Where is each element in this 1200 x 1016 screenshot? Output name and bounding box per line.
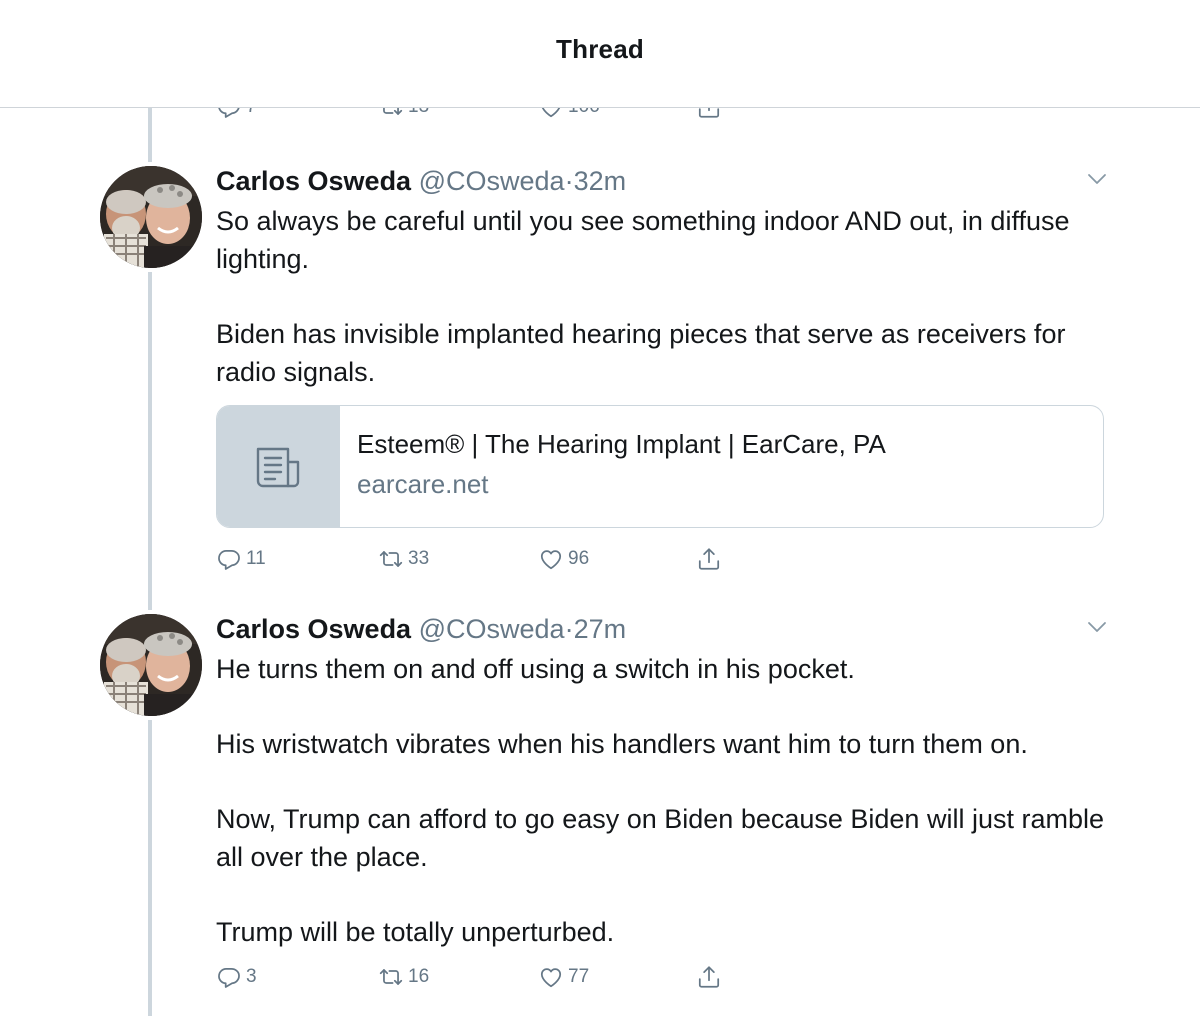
tweet-text: So always be careful until you see somet… (216, 202, 1116, 391)
like-count: 96 (568, 548, 590, 569)
link-card[interactable]: Esteem® | The Hearing Implant | EarCare,… (216, 405, 1104, 528)
reply-button[interactable]: 3 (216, 962, 257, 992)
card-thumbnail (217, 406, 340, 527)
avatar[interactable] (100, 614, 202, 716)
tweet-timestamp[interactable]: 32m (574, 166, 627, 196)
author-handle[interactable]: @COsweda (419, 614, 565, 644)
reply-icon (218, 968, 240, 988)
reply-count: 11 (246, 548, 266, 569)
retweet-count: 33 (408, 548, 430, 569)
tweet-actions: 11 33 96 (216, 544, 776, 574)
like-button[interactable]: 77 (538, 962, 589, 992)
share-button[interactable] (696, 962, 722, 992)
tweet-paragraph: Now, Trump can afford to go easy on Bide… (216, 804, 1104, 872)
profile-photo (100, 166, 202, 268)
author-name[interactable]: Carlos Osweda (216, 166, 411, 196)
share-button[interactable] (696, 544, 722, 574)
heart-icon (540, 968, 562, 988)
tweet-paragraph: Biden has invisible implanted hearing pi… (216, 319, 1066, 387)
chevron-down-icon[interactable] (1086, 620, 1108, 634)
author-handle[interactable]: @COsweda (419, 166, 565, 196)
tweet-header: Carlos Osweda @COsweda·32m (216, 166, 626, 196)
separator-dot: · (564, 614, 574, 644)
tweet-header: Carlos Osweda @COsweda·27m (216, 614, 626, 644)
retweet-icon (379, 551, 403, 567)
thread-timeline: 7 13 106 (0, 0, 1200, 1016)
tweet-timestamp[interactable]: 27m (574, 614, 627, 644)
reply-count: 3 (246, 966, 257, 987)
retweet-icon (379, 969, 403, 985)
tweet-actions: 3 16 77 (216, 962, 776, 992)
tweet-paragraph: So always be careful until you see somet… (216, 206, 1070, 274)
tweet-paragraph: He turns them on and off using a switch … (216, 654, 855, 684)
avatar[interactable] (100, 166, 202, 268)
card-domain: earcare.net (357, 469, 489, 499)
retweet-button[interactable]: 16 (378, 962, 429, 992)
reply-button[interactable]: 11 (216, 544, 266, 574)
like-count: 77 (568, 966, 590, 987)
card-title: Esteem® | The Hearing Implant | EarCare,… (357, 429, 886, 459)
retweet-count: 16 (408, 966, 430, 987)
share-icon (698, 966, 720, 988)
chevron-down-icon[interactable] (1086, 172, 1108, 186)
thread-connector-line (148, 272, 152, 610)
author-name[interactable]: Carlos Osweda (216, 614, 411, 644)
reply-icon (218, 550, 240, 570)
tweet-paragraph: His wristwatch vibrates when his handler… (216, 729, 1028, 759)
article-icon (256, 447, 299, 487)
thread-connector-line (148, 720, 152, 1016)
tweet-paragraph: Trump will be totally unperturbed. (216, 917, 615, 947)
page-title: Thread (556, 34, 644, 64)
separator-dot: · (564, 166, 574, 196)
retweet-button[interactable]: 33 (378, 544, 429, 574)
profile-photo (100, 614, 202, 716)
tweet-text: He turns them on and off using a switch … (216, 650, 1116, 951)
like-button[interactable]: 96 (538, 544, 589, 574)
top-navigation-bar: Thread (0, 0, 1200, 108)
heart-icon (540, 550, 562, 570)
share-icon (698, 548, 720, 570)
